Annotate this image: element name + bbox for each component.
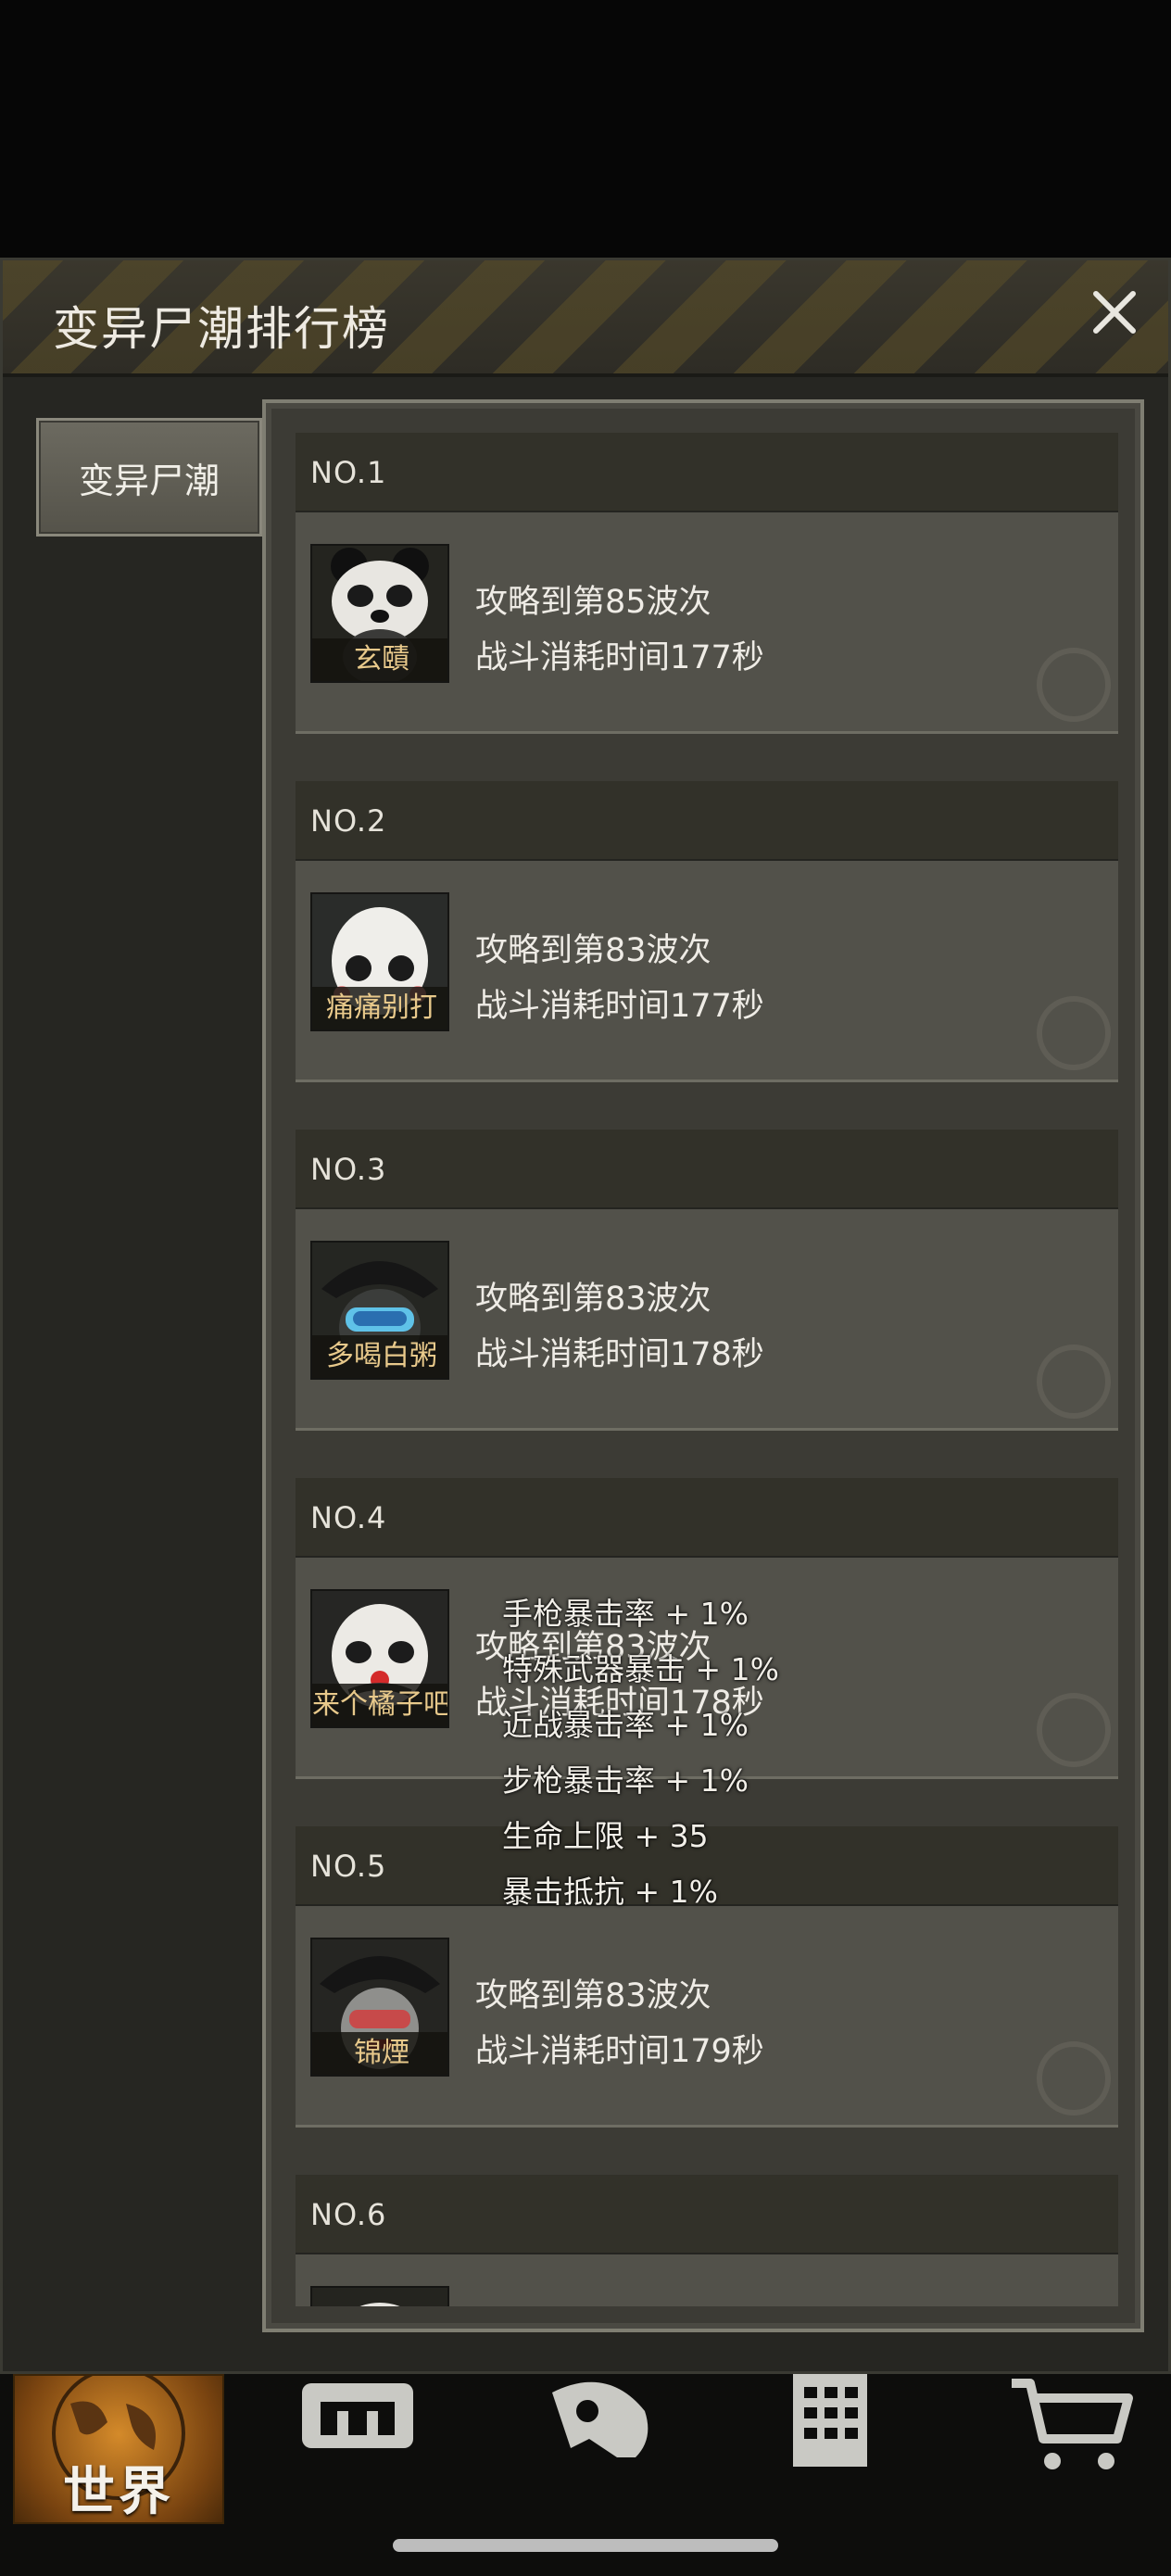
tooltip-line: 特殊武器暴击 + 1% (502, 1651, 779, 1687)
backpack-icon[interactable] (293, 2374, 422, 2504)
player-name: 玄賾 (312, 638, 447, 681)
nav-world-button[interactable]: 世界 (13, 2374, 224, 2524)
panda-avatar-icon (312, 2288, 447, 2306)
close-icon[interactable] (1087, 284, 1142, 340)
list-item: NO.6 (296, 2175, 1118, 2306)
wave-reached: 攻略到第83波次 (475, 932, 711, 969)
list-item: NO.3 多喝白粥 攻略到第83波次 战斗消耗时间178秒 (296, 1130, 1118, 1431)
nav-world-label: 世界 (63, 2462, 174, 2522)
cart-icon[interactable] (1006, 2374, 1136, 2504)
player-name: 多喝白粥 (312, 1335, 447, 1378)
entry-header: NO.2 (296, 781, 1118, 861)
building-icon[interactable] (774, 2374, 904, 2504)
modal-header: 变异尸潮排行榜 (3, 260, 1168, 377)
head-icon[interactable] (534, 2374, 663, 2504)
entry-header: NO.4 (296, 1478, 1118, 1558)
tooltip-line: 步枪暴击率 + 1% (502, 1762, 749, 1799)
avatar[interactable]: 来个橘子吧 (310, 1589, 449, 1728)
avatar[interactable] (310, 2286, 449, 2306)
rank-label: NO.2 (310, 803, 387, 839)
leaderboard-list-panel: NO.1 玄賾 攻略到第85波次 战斗消耗时间177秒 NO.2 痛痛别打 攻略… (262, 399, 1144, 2332)
avatar[interactable]: 玄賾 (310, 544, 449, 683)
radiation-icon (1037, 996, 1111, 1070)
wave-reached: 攻略到第83波次 (475, 1281, 711, 1318)
battle-time: 战斗消耗时间177秒 (475, 988, 764, 1025)
radiation-icon (1037, 1693, 1111, 1767)
rank-label: NO.6 (310, 2197, 387, 2232)
avatar[interactable]: 锦煙 (310, 1938, 449, 2077)
list-item: NO.1 玄賾 攻略到第85波次 战斗消耗时间177秒 (296, 433, 1118, 734)
battle-time: 战斗消耗时间177秒 (475, 639, 764, 676)
stat-tooltip: 手枪暴击率 + 1% 特殊武器暴击 + 1% 近战暴击率 + 1% 步枪暴击率 … (502, 1586, 779, 1920)
modal-title: 变异尸潮排行榜 (53, 302, 390, 356)
entry-header: NO.1 (296, 433, 1118, 512)
entry-header: NO.3 (296, 1130, 1118, 1209)
player-name: 痛痛别打 (312, 987, 447, 1029)
radiation-icon (1037, 1345, 1111, 1419)
rank-label: NO.4 (310, 1500, 387, 1535)
home-indicator[interactable] (393, 2539, 778, 2552)
leaderboard-modal: 变异尸潮排行榜 变异尸潮 NO.1 玄賾 攻略到第85波次 战斗消耗时间177秒… (0, 258, 1171, 2374)
rank-label: NO.3 (310, 1152, 387, 1187)
rank-label: NO.1 (310, 455, 387, 490)
battle-time: 战斗消耗时间178秒 (475, 1336, 764, 1373)
tooltip-line: 暴击抵抗 + 1% (502, 1874, 718, 1910)
entry-header: NO.6 (296, 2175, 1118, 2254)
list-item: NO.2 痛痛别打 攻略到第83波次 战斗消耗时间177秒 (296, 781, 1118, 1082)
player-name: 来个橘子吧 (312, 1684, 447, 1726)
rank-label: NO.5 (310, 1849, 387, 1884)
leaderboard-list[interactable]: NO.1 玄賾 攻略到第85波次 战斗消耗时间177秒 NO.2 痛痛别打 攻略… (296, 433, 1118, 2306)
radiation-icon (1037, 648, 1111, 722)
wave-reached: 攻略到第83波次 (475, 1977, 711, 2014)
tooltip-line: 生命上限 + 35 (502, 1818, 709, 1854)
player-name: 锦煙 (312, 2032, 447, 2075)
tooltip-line: 近战暴击率 + 1% (502, 1707, 749, 1743)
tooltip-line: 手枪暴击率 + 1% (502, 1596, 749, 1632)
battle-time: 战斗消耗时间179秒 (475, 2033, 764, 2070)
radiation-icon (1037, 2041, 1111, 2115)
avatar[interactable]: 多喝白粥 (310, 1241, 449, 1380)
wave-reached: 攻略到第85波次 (475, 584, 711, 621)
tab-mutant-horde[interactable]: 变异尸潮 (36, 418, 262, 537)
avatar[interactable]: 痛痛别打 (310, 892, 449, 1031)
